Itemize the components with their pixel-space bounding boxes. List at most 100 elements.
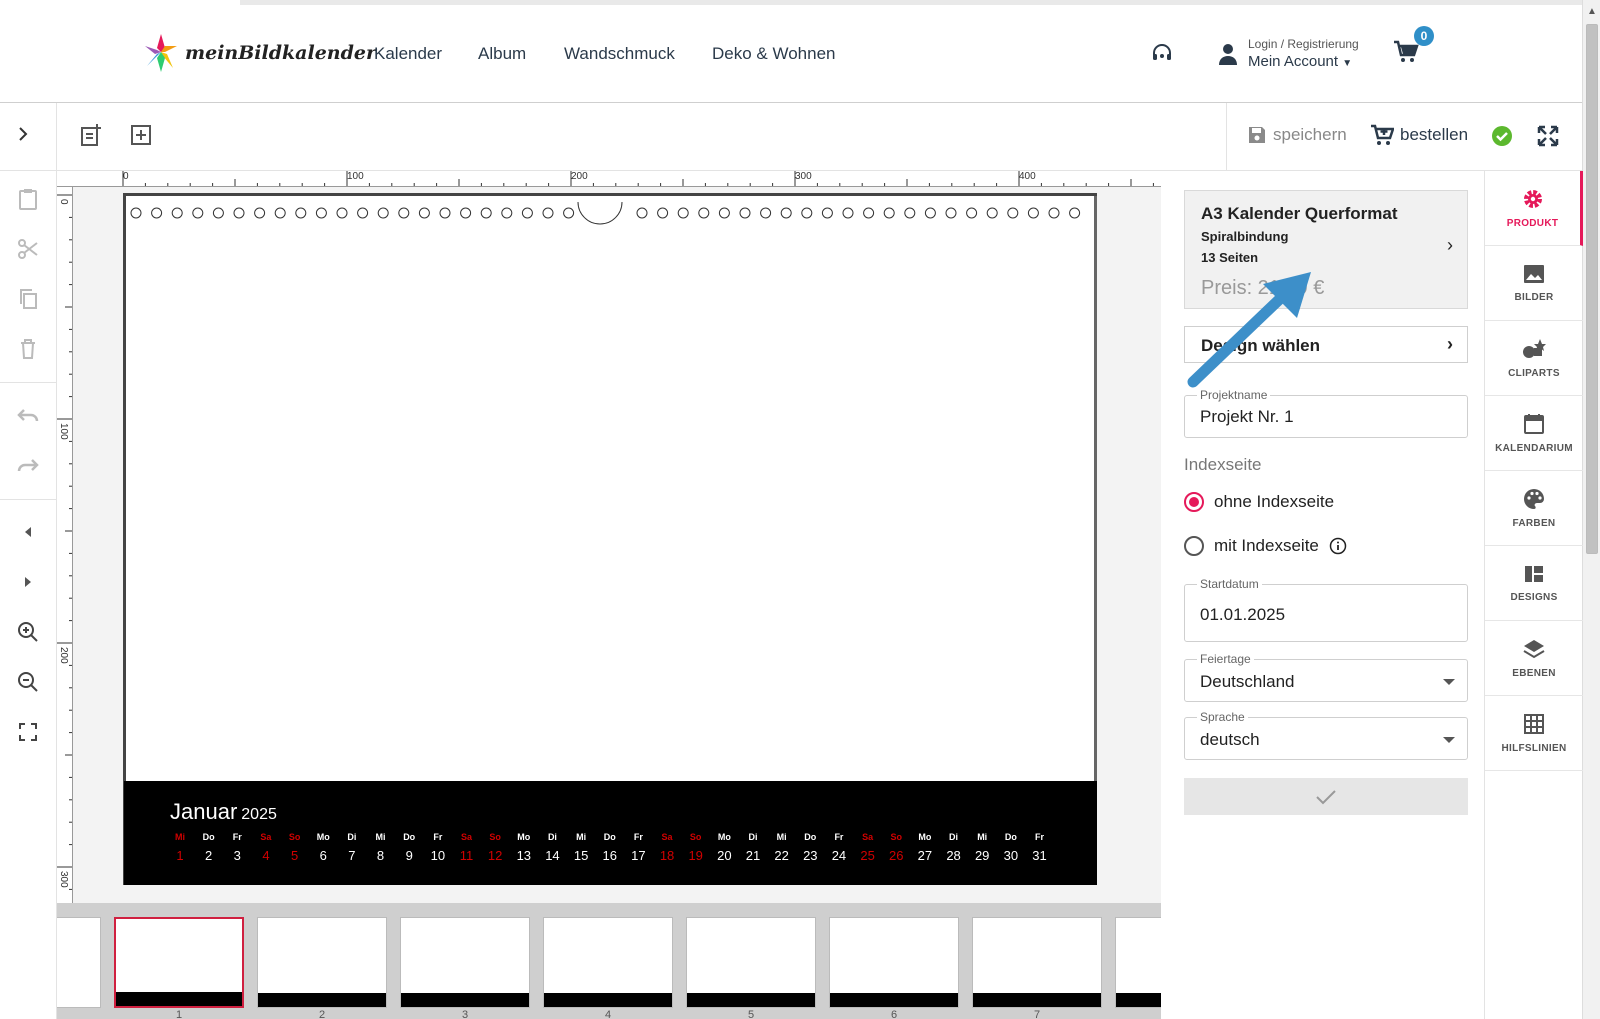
my-account-label[interactable]: Mein Account [1248, 53, 1338, 70]
login-register-link[interactable]: Login / Registrierung [1248, 37, 1359, 51]
check-status-icon[interactable] [1491, 125, 1513, 152]
page-thumbnail[interactable] [686, 917, 816, 1008]
project-name-field[interactable]: Projektname Projekt Nr. 1 [1184, 388, 1468, 438]
dropdown-caret-icon [1443, 737, 1455, 743]
grid-icon [1524, 713, 1544, 734]
delete-icon[interactable] [14, 335, 42, 363]
weekday-label: Sa [460, 832, 472, 842]
fullscreen-icon[interactable] [1537, 125, 1559, 152]
weekday-label: Mo [717, 832, 731, 842]
tab-produkt[interactable]: PRODUKT [1485, 171, 1583, 246]
start-date-field[interactable]: Startdatum 01.01.2025 [1184, 577, 1468, 642]
scroll-up-icon[interactable]: ▲ [1587, 6, 1597, 17]
thumbnail-page-number: 1 [175, 1009, 183, 1019]
product-title: A3 Kalender Querformat [1201, 204, 1398, 223]
tab-kalendarium[interactable]: KALENDARIUM [1485, 396, 1583, 471]
tab-farben[interactable]: FARBEN [1485, 471, 1583, 546]
binding-hole [801, 207, 813, 219]
index-page-heading: Indexseite [1184, 455, 1262, 474]
binding-hole [904, 207, 916, 219]
tab-ebenen[interactable]: EBENEN [1485, 621, 1583, 696]
page-thumbnail[interactable] [829, 917, 959, 1008]
page-thumbnail-partial[interactable] [57, 917, 101, 1008]
page-thumbnail[interactable] [114, 917, 244, 1008]
ruler-label: 0 [123, 171, 129, 182]
calendar-month-title: Januar 2025 [170, 799, 277, 825]
nav-wandschmuck[interactable]: Wandschmuck [564, 44, 675, 64]
support-headset-icon[interactable] [1150, 42, 1174, 71]
brand-logo[interactable]: meinBildkalender [143, 32, 376, 74]
binding-hole [418, 207, 430, 219]
thumbnail-calendar-strip [116, 992, 242, 1006]
nav-album[interactable]: Album [478, 44, 526, 64]
calendarium-strip[interactable]: Januar 2025 Mi 1 Do 2 Fr 3 Sa 4 So 5 Mo 6 Di 7 Mi 8 Do 9 Fr… [124, 781, 1097, 885]
binding-hole [398, 207, 410, 219]
weekday-label: So [489, 832, 501, 842]
undo-icon[interactable] [14, 402, 42, 430]
day-number: 29 [974, 848, 990, 863]
next-page-icon[interactable] [14, 568, 42, 596]
cut-icon[interactable] [14, 235, 42, 263]
copy-icon[interactable] [14, 285, 42, 313]
day-number: 14 [545, 848, 560, 863]
radio-selected-icon[interactable] [1184, 492, 1204, 512]
page-thumbnail[interactable] [257, 917, 387, 1008]
language-select[interactable]: Sprache deutsch [1184, 710, 1468, 760]
binding-hole [1027, 207, 1039, 219]
tab-label: HILFSLINIEN [1501, 742, 1567, 754]
image-icon [1524, 264, 1544, 283]
binding-hole [1048, 207, 1060, 219]
thumbnail-page-number: 6 [890, 1009, 898, 1019]
day-number: 8 [376, 848, 385, 863]
thumbnail-label: e [57, 1009, 121, 1019]
page-thumbnail[interactable] [543, 917, 673, 1008]
binding-hole [439, 207, 451, 219]
page-thumbnail[interactable] [972, 917, 1102, 1008]
add-element-icon[interactable] [130, 124, 152, 151]
redo-icon[interactable] [14, 452, 42, 480]
tab-designs[interactable]: DESIGNS [1485, 546, 1583, 621]
weekday-label: Mi [977, 832, 988, 842]
tab-hilfslinien[interactable]: HILFSLINIEN [1485, 696, 1583, 771]
month-name: Januar [170, 799, 238, 824]
info-icon[interactable] [1329, 537, 1347, 555]
binding-hole [636, 207, 648, 219]
radio-with-index[interactable]: mit Indexseite [1184, 536, 1347, 556]
page-thumbnail-partial[interactable] [1115, 917, 1161, 1008]
radio-without-index[interactable]: ohne Indexseite [1184, 492, 1334, 512]
add-page-icon[interactable] [80, 123, 102, 152]
page-thumbnail-strip[interactable]: e 1 2 3 4 5 6 7 [57, 903, 1161, 1019]
day-number: 23 [803, 848, 818, 863]
radio-unselected-icon[interactable] [1184, 536, 1204, 556]
zoom-out-icon[interactable] [14, 668, 42, 696]
nav-deko-wohnen[interactable]: Deko & Wohnen [712, 44, 835, 64]
tab-label: KALENDARIUM [1495, 442, 1573, 454]
expand-sidebar-chevron-icon[interactable] [14, 125, 32, 148]
day-number: 20 [717, 848, 732, 863]
order-label: bestellen [1400, 125, 1469, 144]
binding-hole [377, 207, 389, 219]
language-value: deutsch [1200, 730, 1260, 749]
previous-page-icon[interactable] [14, 518, 42, 546]
holidays-select[interactable]: Feiertage Deutschland [1184, 652, 1468, 702]
nav-kalender[interactable]: Kalender [374, 44, 442, 64]
scrollbar-thumb[interactable] [1586, 24, 1598, 554]
paste-icon[interactable] [14, 185, 42, 213]
thumbnail-page-number: 2 [318, 1009, 326, 1019]
page-scrollbar[interactable]: ▲ [1582, 0, 1600, 1019]
day-number: 10 [430, 848, 446, 863]
apply-settings-button[interactable] [1184, 778, 1468, 815]
tab-cliparts[interactable]: CLIPARTS [1485, 321, 1583, 396]
tab-bilder[interactable]: BILDER [1485, 246, 1583, 321]
fit-to-screen-icon[interactable] [14, 718, 42, 746]
account-menu[interactable]: Login / Registrierung Mein Account ▼ [1218, 37, 1359, 70]
tab-label: BILDER [1514, 291, 1554, 303]
order-button[interactable]: bestellen [1370, 124, 1468, 146]
project-name-value[interactable]: Projekt Nr. 1 [1200, 407, 1294, 427]
page-thumbnail[interactable] [400, 917, 530, 1008]
zoom-in-icon[interactable] [14, 618, 42, 646]
start-date-value[interactable]: 01.01.2025 [1200, 605, 1285, 625]
day-number: 9 [405, 848, 413, 863]
cart-icon[interactable] [1393, 40, 1419, 69]
save-button[interactable]: speichern [1247, 125, 1347, 145]
